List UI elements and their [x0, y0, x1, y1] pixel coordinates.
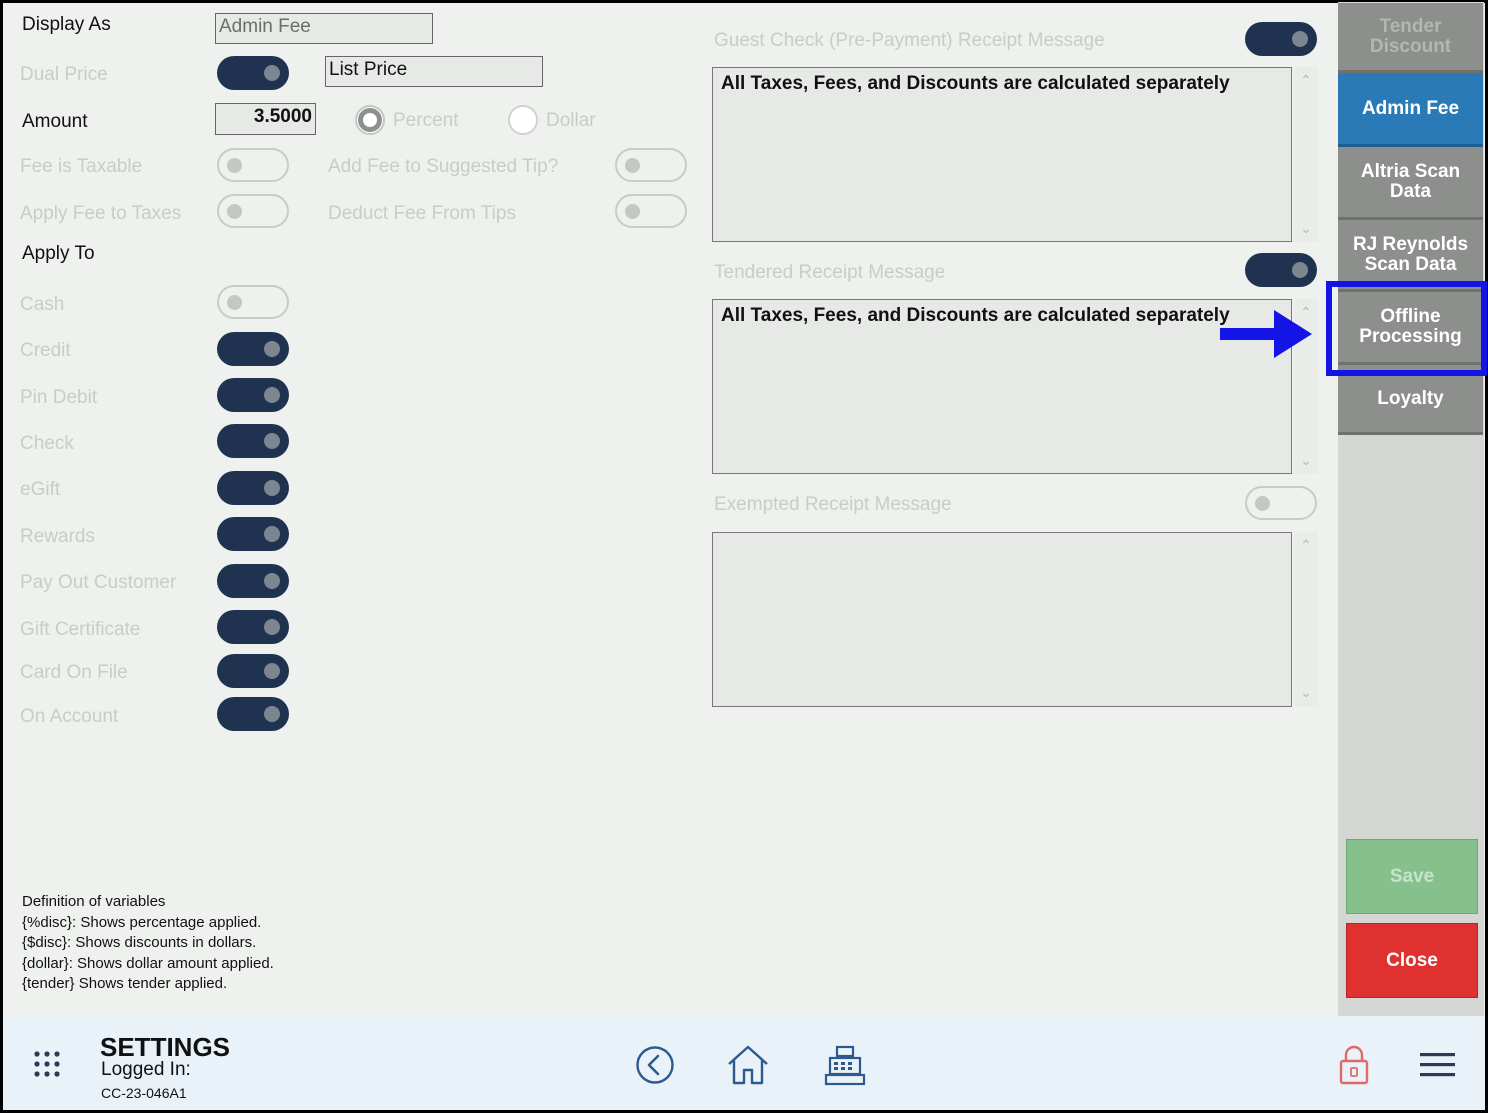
definition-line: {dollar}: Shows dollar amount applied.	[22, 954, 274, 972]
definition-line: {$disc}: Shows discounts in dollars.	[22, 934, 257, 951]
apply-to-pin-debit-toggle[interactable]	[217, 378, 289, 412]
definition-line: {%disc}: Shows percentage applied.	[22, 913, 262, 931]
logged-in-label: Logged In:	[101, 1059, 191, 1080]
tab-label: Loyalty	[1377, 387, 1444, 409]
list-price-input[interactable]: List Price	[325, 56, 543, 87]
apply-to-egift-label: eGift	[20, 479, 61, 500]
back-icon[interactable]	[635, 1045, 675, 1085]
apply-to-credit-label: Credit	[20, 340, 71, 361]
chevron-down-icon[interactable]: ⌄	[1296, 452, 1316, 469]
add-fee-tip-label: Add Fee to Suggested Tip?	[328, 156, 559, 177]
apply-to-check-toggle[interactable]	[217, 424, 289, 458]
apply-to-pay-out-toggle[interactable]	[217, 564, 289, 598]
apply-to-check-label: Check	[20, 433, 74, 454]
amount-input[interactable]: 3.5000	[215, 103, 316, 135]
tendered-message[interactable]: All Taxes, Fees, and Discounts are calcu…	[712, 299, 1292, 474]
tab-label: Altria Scan	[1360, 161, 1461, 182]
apply-to-gift-cert-toggle[interactable]	[217, 610, 289, 644]
apply-to-gift-cert-label: Gift Certificate	[20, 619, 141, 640]
chevron-up-icon[interactable]: ⌃	[1296, 72, 1316, 89]
fee-taxable-label: Fee is Taxable	[20, 156, 143, 177]
tab-altria-scan-data[interactable]: Altria Scan Data	[1338, 147, 1483, 220]
dollar-radio[interactable]	[508, 105, 538, 135]
apply-to-rewards-label: Rewards	[20, 526, 95, 547]
apply-to-on-account-toggle[interactable]	[217, 697, 289, 731]
percent-label: Percent	[393, 110, 459, 131]
tab-label: RJ Reynolds	[1352, 233, 1469, 255]
tab-tender-discount[interactable]: Tender Discount	[1338, 3, 1483, 73]
guest-check-scrollbar[interactable]	[1294, 67, 1318, 242]
apply-fee-taxes-toggle[interactable]	[217, 194, 289, 228]
tendered-toggle[interactable]	[1245, 253, 1317, 287]
menu-icon[interactable]	[1420, 1051, 1456, 1079]
dual-price-toggle[interactable]	[217, 56, 289, 90]
display-as-input[interactable]: Admin Fee	[215, 13, 433, 44]
save-button[interactable]: Save	[1346, 839, 1478, 914]
exempted-message[interactable]	[712, 532, 1292, 707]
annotation-highlight-box	[1326, 281, 1487, 376]
device-id: CC-23-046A1	[101, 1085, 187, 1101]
deduct-fee-tips-toggle[interactable]	[615, 194, 687, 228]
dollar-label: Dollar	[546, 110, 596, 131]
apply-to-credit-toggle[interactable]	[217, 332, 289, 366]
tab-label: Admin Fee	[1361, 97, 1460, 119]
definitions-title: Definition of variables	[22, 893, 166, 910]
chevron-up-icon[interactable]: ⌃	[1296, 537, 1316, 554]
tab-label: Tender	[1379, 15, 1442, 37]
add-fee-tip-toggle[interactable]	[615, 148, 687, 182]
home-icon[interactable]	[726, 1043, 770, 1087]
tab-label: Data	[1389, 181, 1432, 202]
apply-to-label: Apply To	[22, 243, 95, 264]
apply-to-card-on-file-label: Card On File	[20, 662, 128, 683]
apply-to-on-account-label: On Account	[20, 706, 119, 727]
percent-radio[interactable]	[355, 105, 385, 135]
deduct-fee-tips-label: Deduct Fee From Tips	[328, 203, 516, 224]
tab-label: Scan Data	[1364, 253, 1457, 275]
annotation-arrow-icon	[1220, 310, 1312, 358]
close-button[interactable]: Close	[1346, 923, 1478, 998]
apply-to-cash-label: Cash	[20, 294, 65, 315]
definition-line: {tender} Shows tender applied.	[22, 975, 228, 992]
apply-to-pin-debit-label: Pin Debit	[20, 387, 98, 408]
apply-fee-taxes-label: Apply Fee to Taxes	[20, 203, 182, 224]
tab-admin-fee[interactable]: Admin Fee	[1338, 73, 1483, 147]
exempted-toggle[interactable]	[1245, 486, 1317, 520]
lock-icon[interactable]	[1338, 1044, 1370, 1086]
apply-to-egift-toggle[interactable]	[217, 471, 289, 505]
apply-to-pay-out-label: Pay Out Customer	[20, 572, 177, 593]
tendered-label: Tendered Receipt Message	[714, 262, 946, 283]
guest-check-message[interactable]: All Taxes, Fees, and Discounts are calcu…	[712, 67, 1292, 242]
guest-check-label: Guest Check (Pre-Payment) Receipt Messag…	[714, 30, 1105, 51]
amount-label: Amount	[22, 111, 88, 132]
exempted-label: Exempted Receipt Message	[714, 494, 952, 515]
apply-to-card-on-file-toggle[interactable]	[217, 654, 289, 688]
chevron-down-icon[interactable]: ⌄	[1296, 684, 1316, 701]
fee-taxable-toggle[interactable]	[217, 148, 289, 182]
app-grid-icon[interactable]	[33, 1050, 63, 1080]
variable-definitions: Definition of variables {%disc}: Shows p…	[22, 892, 274, 995]
dual-price-label: Dual Price	[20, 64, 108, 85]
guest-check-toggle[interactable]	[1245, 22, 1317, 56]
apply-to-rewards-toggle[interactable]	[217, 517, 289, 551]
chevron-down-icon[interactable]: ⌄	[1296, 220, 1316, 237]
exempted-scrollbar[interactable]	[1294, 532, 1318, 707]
tab-label: Discount	[1369, 35, 1452, 57]
apply-to-cash-toggle[interactable]	[217, 285, 289, 319]
cash-register-icon[interactable]	[823, 1044, 867, 1088]
display-as-label: Display As	[22, 14, 111, 35]
